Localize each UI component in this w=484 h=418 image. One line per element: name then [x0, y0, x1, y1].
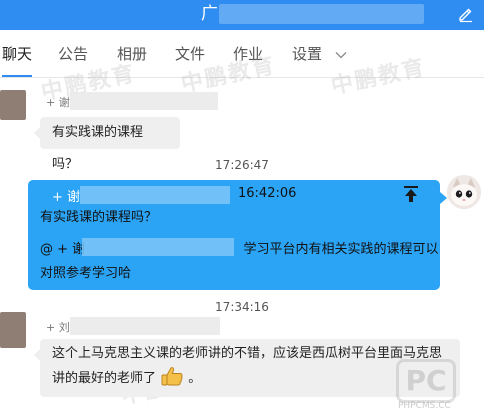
quoted-message: 有实践课的课程吗？	[40, 210, 158, 225]
title-redacted-area	[219, 4, 424, 24]
avatar[interactable]	[0, 312, 26, 348]
tab-files[interactable]: 文件	[175, 30, 205, 78]
message-line-1: 这个上马克思主义课的老师讲的不错，应该是西瓜树平台里面马克思	[52, 346, 443, 361]
watermark-logo: PC	[396, 359, 456, 403]
quote-time: 16:42:06	[238, 186, 297, 201]
group-title: 广	[201, 4, 218, 24]
group-chat-window: 广 聊天 公告 相册 文件 作业 设置 中鹏教育 中鹏教育 中鹏教育 中鹏教育 …	[0, 0, 484, 418]
mention-redacted-area	[82, 238, 234, 256]
avatar[interactable]	[447, 175, 481, 209]
tab-homework[interactable]: 作业	[233, 30, 263, 78]
reply-line-2: 对照参考学习哈	[40, 266, 132, 281]
tab-bar: 聊天 公告 相册 文件 作业 设置	[0, 30, 484, 78]
sender-name: + 刘	[46, 321, 70, 334]
message-bubble[interactable]: 有实践课的课程吗？	[34, 117, 180, 172]
message-line-2-tail: 。	[188, 371, 202, 386]
sender-name: + 谢	[46, 96, 70, 109]
pencil-icon[interactable]	[457, 5, 475, 23]
message-list[interactable]: 中鹏教育 中鹏教育 中鹏教育 中鹏教育 中鹏教育 中鹏教育 中鹏教育 中鹏教育 …	[0, 53, 484, 418]
thumbs-up-icon	[161, 367, 183, 386]
message-line-2: 讲的最好的老师了 。	[52, 365, 448, 390]
avatar[interactable]	[0, 90, 26, 120]
tab-album[interactable]: 相册	[117, 30, 147, 78]
sender-redacted-area	[70, 317, 220, 335]
tab-settings-label: 设置	[292, 45, 323, 63]
quote-sender: + 谢	[52, 190, 81, 205]
reply-bubble[interactable]: + 谢 16:42:06 有实践课的课程吗？ @ + 谢 学习平台内有相关实践的…	[28, 180, 447, 290]
message-timestamp: 17:34:16	[215, 300, 269, 314]
cat-avatar-icon	[447, 175, 481, 209]
tab-announcements[interactable]: 公告	[58, 30, 88, 78]
message-timestamp: 17:26:47	[215, 158, 269, 172]
message-line-2-text: 讲的最好的老师了	[52, 371, 157, 386]
mention-prefix: @ + 谢	[40, 242, 86, 257]
watermark-site: PHPCMS.CC	[398, 401, 451, 411]
sender-redacted-area	[70, 92, 218, 110]
pin-top-icon[interactable]	[404, 186, 418, 202]
quote-sender-redacted-area	[80, 186, 230, 204]
tab-settings[interactable]: 设置	[292, 30, 347, 78]
tab-chat[interactable]: 聊天	[2, 30, 33, 77]
reply-line-1-text: 学习平台内有相关实践的课程可以	[243, 242, 439, 257]
chevron-down-icon	[335, 51, 347, 58]
chat-header: 广	[0, 0, 484, 30]
